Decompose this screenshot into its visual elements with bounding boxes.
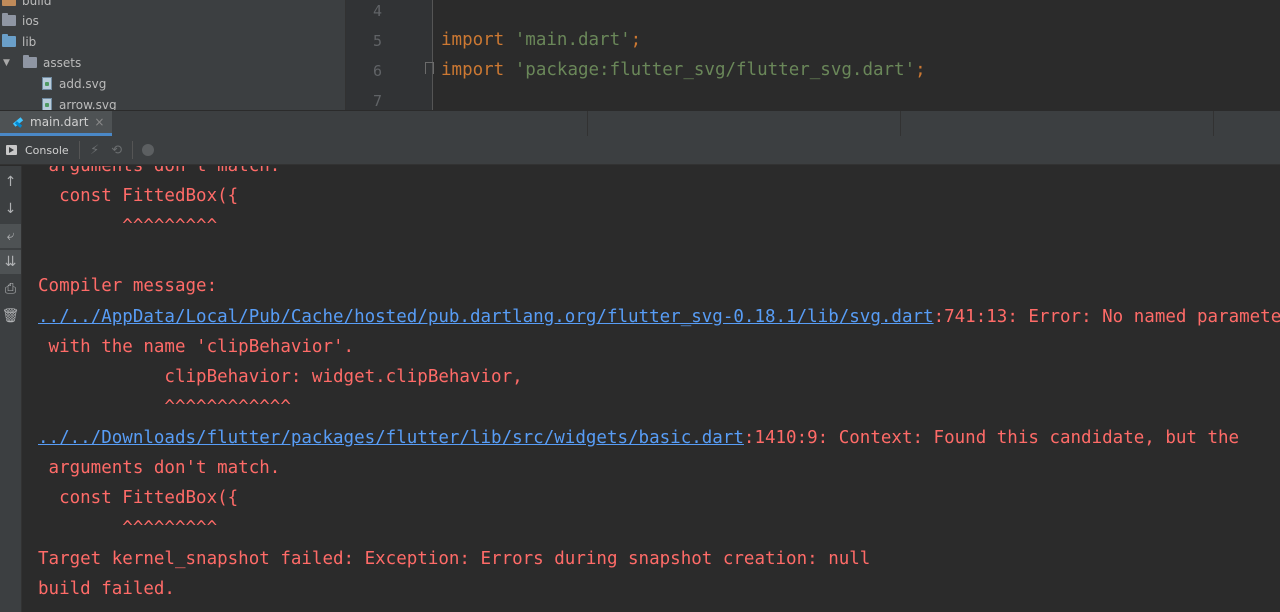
svg-file-icon: [42, 77, 52, 90]
file-link[interactable]: ../../Downloads/flutter/packages/flutter…: [38, 428, 744, 448]
tree-item-ios[interactable]: ios: [2, 10, 39, 31]
project-tree-panel: build ios lib ▼ assets add.svg arrow.svg: [0, 0, 346, 110]
tree-item-lib[interactable]: lib: [2, 31, 36, 52]
divider: [131, 141, 133, 159]
console-line: ../../Downloads/flutter/packages/flutter…: [38, 428, 1240, 448]
tree-item-label: assets: [43, 55, 82, 70]
chevron-down-icon[interactable]: ▼: [3, 58, 13, 68]
console-line: build failed.: [38, 579, 175, 599]
console-line: Compiler message:: [38, 276, 218, 296]
folder-icon: [23, 55, 37, 68]
print-icon[interactable]: ⎙: [0, 277, 21, 301]
console-line: ../../AppData/Local/Pub/Cache/hosted/pub…: [38, 307, 1280, 327]
scroll-to-end-icon[interactable]: ⇊: [0, 250, 21, 274]
line-number: 5: [372, 32, 382, 50]
divider: [587, 111, 588, 136]
divider: [1213, 111, 1214, 136]
tree-item-label: add.svg: [59, 76, 107, 91]
console-icon: [6, 145, 17, 155]
tree-item-label: ios: [22, 13, 39, 28]
console-line: arguments don't match.: [38, 166, 281, 176]
console-line: arguments don't match.: [38, 458, 281, 478]
run-tab-label: main.dart: [30, 115, 89, 129]
line-number: 6: [372, 62, 382, 80]
line-number-gutter: 4 5 6 7: [346, 0, 434, 110]
run-tab-strip: main.dart ×: [0, 110, 1280, 136]
dart-icon: [12, 116, 24, 128]
code-line[interactable]: import 'main.dart';: [441, 30, 641, 50]
code-keyword: import: [441, 60, 505, 80]
file-link[interactable]: ../../AppData/Local/Pub/Cache/hosted/pub…: [38, 307, 934, 327]
tree-item-label: build: [22, 0, 52, 8]
tree-item-assets[interactable]: ▼ assets: [3, 52, 81, 73]
console-line: Target kernel_snapshot failed: Exception…: [38, 549, 871, 569]
code-keyword: import: [441, 30, 505, 50]
divider: [900, 111, 901, 136]
console-line: with the name 'clipBehavior'.: [38, 337, 355, 357]
console-line: ^^^^^^^^^: [38, 518, 218, 538]
fold-marker-icon[interactable]: [425, 62, 434, 74]
lightning-icon[interactable]: ⚡: [84, 136, 106, 165]
console-line: ^^^^^^^^^^^^: [38, 397, 291, 417]
code-editor[interactable]: 4 5 6 7 import 'main.dart'; import 'pack…: [346, 0, 1280, 110]
source-folder-icon: [2, 34, 16, 47]
tree-item-label: lib: [22, 34, 37, 49]
console-output[interactable]: arguments don't match. const FittedBox({…: [22, 166, 1280, 612]
console-line: clipBehavior: widget.clipBehavior,: [38, 367, 523, 387]
folder-icon: [2, 13, 16, 26]
code-line[interactable]: import 'package:flutter_svg/flutter_svg.…: [441, 60, 926, 80]
console-line: ^^^^^^^^^: [38, 216, 218, 236]
folder-icon: [2, 0, 16, 6]
devtools-icon[interactable]: [137, 136, 159, 165]
console-tab[interactable]: Console: [0, 136, 75, 165]
console-side-toolbar: ↑ ↓ ⤶ ⇊ ⎙ 🗑: [0, 166, 22, 612]
restart-icon[interactable]: ⟲: [106, 136, 128, 165]
svg-file-icon: [42, 98, 52, 110]
line-number: 7: [372, 92, 382, 110]
run-tab-main-dart[interactable]: main.dart ×: [0, 111, 112, 136]
console-tab-label: Console: [25, 143, 69, 157]
code-string: 'package:flutter_svg/flutter_svg.dart': [514, 60, 916, 80]
code-string: 'main.dart': [514, 30, 631, 50]
code-punct: ;: [915, 60, 926, 80]
console-line: const FittedBox({: [38, 186, 239, 206]
soft-wrap-icon[interactable]: ⤶: [0, 224, 21, 248]
console-line: const FittedBox({: [38, 488, 239, 508]
tree-item-add-svg[interactable]: add.svg: [42, 73, 106, 94]
divider: [78, 141, 80, 159]
arrow-up-icon[interactable]: ↑: [0, 170, 21, 194]
tree-item-arrow-svg[interactable]: arrow.svg: [42, 94, 117, 110]
trash-icon[interactable]: 🗑: [0, 304, 21, 328]
code-punct: ;: [630, 30, 642, 50]
close-icon[interactable]: ×: [94, 115, 104, 129]
console-toolbar: Console ⚡ ⟲: [0, 136, 1280, 165]
tree-item-label: arrow.svg: [59, 97, 117, 111]
line-number: 4: [372, 2, 382, 20]
arrow-down-icon[interactable]: ↓: [0, 197, 21, 221]
